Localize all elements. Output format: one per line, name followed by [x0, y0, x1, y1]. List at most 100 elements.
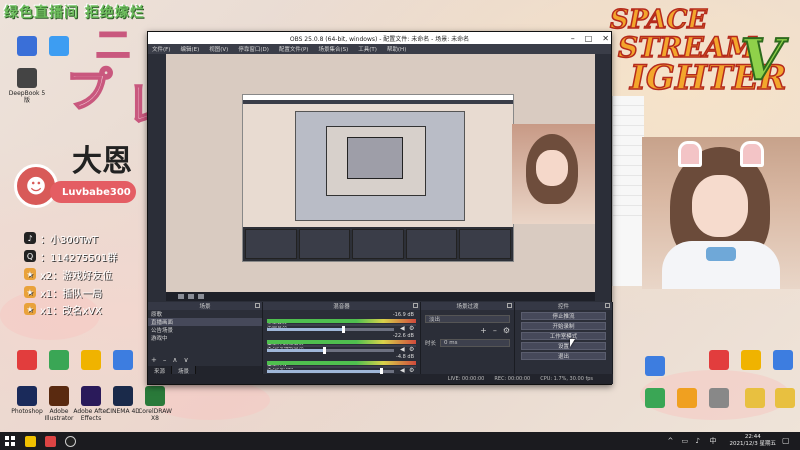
remove-icon[interactable]: – — [163, 356, 167, 364]
stop-streaming-button[interactable]: 停止推流 — [521, 312, 606, 320]
menu-tools[interactable]: 工具(T) — [358, 45, 377, 53]
menu-scene-collection[interactable]: 场景集合(S) — [318, 45, 348, 53]
desktop-icon[interactable]: DeepBook 5 版 — [8, 68, 46, 108]
desktop-icon-label: CINEMA 4D — [106, 408, 140, 415]
float-icon[interactable] — [605, 303, 610, 308]
ime-icon[interactable]: 中 — [710, 437, 718, 445]
volume-slider[interactable] — [267, 328, 394, 331]
notification-icon[interactable]: ▢ — [782, 436, 792, 446]
mouse-cursor — [570, 339, 575, 347]
rec-status: REC: 00:00:00 — [494, 376, 531, 382]
app-icon — [17, 386, 37, 406]
volume-meter — [267, 340, 416, 344]
chevron-up-icon[interactable]: ^ — [668, 437, 676, 445]
taskbar: ^ ▭ ♪ 中 22:44 2021/12/3 星期五 ▢ — [0, 432, 800, 450]
speaker-icon[interactable]: ◀ — [400, 326, 406, 332]
move-down-icon[interactable]: ∨ — [184, 356, 189, 364]
transition-select[interactable]: 淡出 — [425, 314, 510, 323]
float-icon[interactable] — [413, 303, 418, 308]
network-icon[interactable]: ▭ — [682, 437, 690, 445]
desktop-icon[interactable] — [104, 350, 142, 390]
close-icon[interactable]: ✕ — [602, 34, 609, 43]
add-icon[interactable]: + — [480, 326, 487, 335]
remove-icon[interactable]: – — [493, 326, 497, 335]
dock-title: 控件 — [557, 304, 569, 310]
obs-titlebar[interactable]: OBS 25.0.8 (64-bit, windows) - 配置文件: 未命名… — [148, 32, 611, 44]
clock-time: 22:44 — [744, 434, 761, 440]
volume-icon[interactable]: ♪ — [696, 437, 704, 445]
taskbar-app[interactable] — [40, 432, 60, 450]
scene-item[interactable]: 公告场景 — [148, 326, 262, 334]
menu-help[interactable]: 帮助(H) — [387, 45, 406, 53]
desktop-icon-label: DeepBook 5 版 — [8, 90, 46, 104]
obs-icon — [64, 435, 76, 447]
volume-meter — [267, 361, 416, 365]
preview-button[interactable] — [178, 294, 184, 299]
speaker-icon[interactable]: ◀ — [400, 347, 406, 353]
obs-window[interactable]: OBS 25.0.8 (64-bit, windows) - 配置文件: 未命名… — [147, 31, 613, 385]
window-title: OBS 25.0.8 (64-bit, windows) - 配置文件: 未命名… — [289, 35, 470, 43]
taskbar-app[interactable] — [60, 432, 80, 450]
preview-button[interactable] — [198, 294, 204, 299]
start-button[interactable] — [0, 432, 20, 450]
desktop-icon-label: Photoshop — [11, 408, 43, 415]
webcam-feed — [642, 137, 800, 289]
app-icon — [645, 356, 665, 376]
app-icon — [49, 350, 69, 370]
desktop-icon[interactable] — [764, 350, 800, 390]
add-icon[interactable]: + — [151, 356, 157, 364]
app-icon — [741, 350, 761, 370]
settings-button[interactable]: 设置 — [521, 342, 606, 350]
menu-view[interactable]: 视图(V) — [209, 45, 228, 53]
scenes-dock: 场景 原歌 直播画面 公告场景 游戏中 + – ∧ ∨ 来源 场景 — [148, 302, 263, 376]
star-icon: ★ — [24, 286, 36, 298]
start-recording-button[interactable]: 开始录制 — [521, 322, 606, 330]
gear-icon[interactable]: ⚙ — [409, 347, 415, 353]
transitions-dock: 场景过渡 淡出 + – ⚙ 时长 0 ms — [421, 302, 515, 376]
scene-item[interactable]: 直播画面 — [148, 318, 262, 326]
float-icon[interactable] — [507, 303, 512, 308]
volume-slider[interactable] — [267, 370, 394, 373]
kanji-card: 大恩 — [72, 144, 132, 179]
menu-file[interactable]: 文件(F) — [152, 45, 170, 53]
scene-item[interactable]: 原歌 — [148, 310, 262, 318]
explorer-sidebar[interactable] — [612, 96, 644, 286]
studio-mode-button[interactable]: 工作室模式 — [521, 332, 606, 340]
controls-dock: 控件 停止推流 开始录制 工作室模式 设置 退出 — [515, 302, 613, 376]
float-icon[interactable] — [255, 303, 260, 308]
desktop-icon[interactable]: CorelDRAW X8 — [136, 386, 174, 426]
menu-profile[interactable]: 配置文件(P) — [279, 45, 309, 53]
channel-db: -16.9 dB — [392, 312, 414, 318]
desktop-icon[interactable] — [766, 388, 800, 428]
move-up-icon[interactable]: ∧ — [172, 356, 177, 364]
volume-slider-handle[interactable] — [323, 347, 327, 354]
minimize-icon[interactable]: – — [571, 34, 575, 43]
tiktok-icon: ♪ — [24, 232, 36, 244]
scene-item[interactable]: 游戏中 — [148, 334, 262, 342]
streamer-name: Luvbabe300 — [50, 181, 136, 203]
taskbar-clock[interactable]: 22:44 2021/12/3 星期五 — [730, 434, 776, 448]
app-icon — [49, 386, 69, 406]
menu-edit[interactable]: 编辑(E) — [180, 45, 199, 53]
duration-input[interactable]: 0 ms — [440, 338, 510, 347]
desktop-icon[interactable] — [700, 388, 738, 428]
preview-button[interactable] — [188, 294, 194, 299]
gear-icon[interactable]: ⚙ — [409, 326, 415, 332]
exit-button[interactable]: 退出 — [521, 352, 606, 360]
app-icon — [773, 350, 793, 370]
star-icon: ★ — [24, 268, 36, 280]
gear-icon[interactable]: ⚙ — [503, 326, 510, 335]
taskbar-app[interactable] — [20, 432, 40, 450]
app-icon — [745, 388, 765, 408]
desktop-icon[interactable] — [636, 356, 674, 396]
obs-docks: 场景 原歌 直播画面 公告场景 游戏中 + – ∧ ∨ 来源 场景 混音器 桌面… — [148, 302, 613, 376]
obs-preview[interactable] — [166, 54, 595, 292]
maximize-icon[interactable]: □ — [585, 34, 593, 43]
volume-slider[interactable] — [267, 349, 394, 352]
app-icon — [49, 36, 69, 56]
volume-slider-handle[interactable] — [342, 326, 346, 333]
star-icon: ★ — [24, 303, 36, 315]
mixer-channel: 麦克风/Aux -4.8 dB ◀ ⚙ — [267, 354, 416, 376]
menu-docks[interactable]: 停靠窗口(D) — [238, 45, 269, 53]
windows-icon — [5, 436, 15, 446]
